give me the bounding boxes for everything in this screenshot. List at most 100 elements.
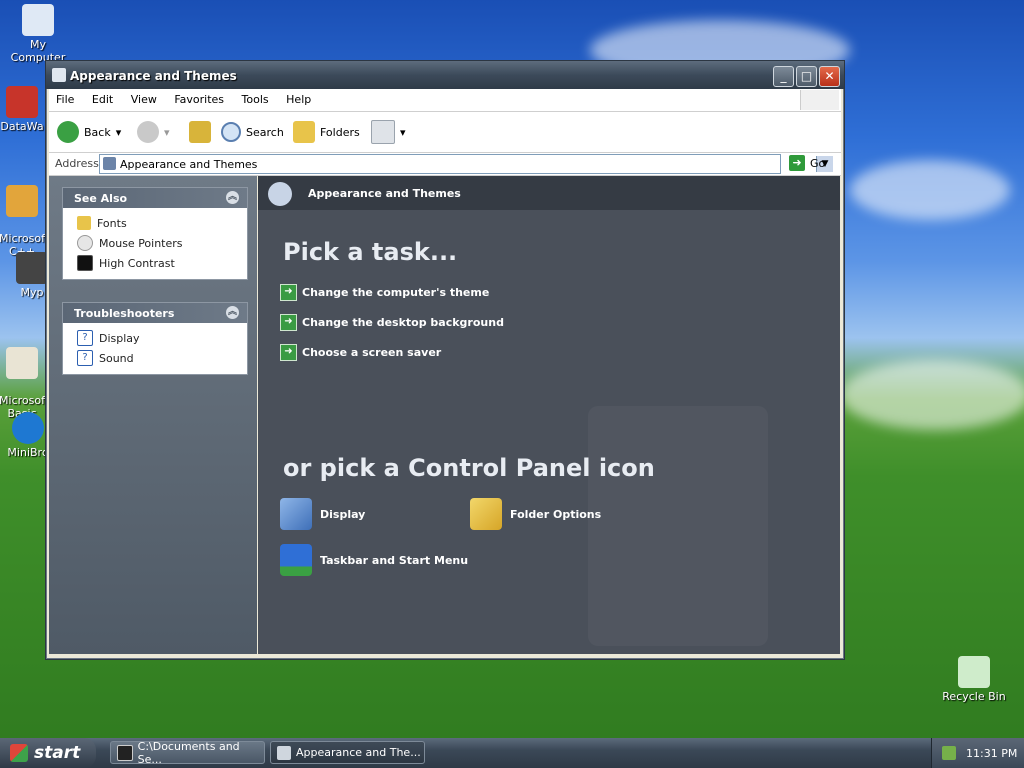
- desktop-cloud: [840, 360, 1024, 430]
- task-label: Change the computer's theme: [302, 286, 490, 299]
- collapse-chevron-icon[interactable]: ︽: [226, 306, 239, 319]
- folders-label: Folders: [320, 125, 360, 139]
- address-label: Address: [55, 157, 99, 170]
- address-bar: Address Appearance and Themes ▼ ➜ Go: [49, 153, 841, 176]
- troubleshooters-header[interactable]: Troubleshooters ︽: [63, 303, 247, 323]
- category-header: Appearance and Themes: [258, 176, 840, 210]
- taskbar-button-label: C:\Documents and Se...: [137, 739, 240, 766]
- see-also-header[interactable]: See Also ︽: [63, 188, 247, 208]
- link-sound-troubleshooter[interactable]: ? Sound: [63, 348, 247, 368]
- mouse-icon: [77, 235, 93, 251]
- cp-icon-display[interactable]: Display: [280, 498, 365, 530]
- menu-help[interactable]: Help: [279, 89, 318, 110]
- cp-icon-label: Display: [320, 507, 366, 521]
- maximize-button[interactable]: □: [796, 66, 817, 87]
- start-button[interactable]: start: [0, 738, 96, 768]
- go-label: Go: [810, 156, 826, 170]
- back-arrow-icon: [57, 121, 79, 143]
- link-display-troubleshooter[interactable]: ? Display: [63, 328, 247, 348]
- window-icon: [52, 68, 66, 82]
- title-bar[interactable]: Appearance and Themes _ □ ✕: [46, 61, 844, 89]
- task-label: Change the desktop background: [302, 316, 504, 329]
- explorer-window: Appearance and Themes _ □ ✕ File Edit Vi…: [45, 60, 845, 660]
- cp-icon-folder-options[interactable]: Folder Options: [470, 498, 601, 530]
- link-fonts[interactable]: Fonts: [63, 213, 247, 233]
- control-panel-icon: [103, 157, 116, 170]
- see-also-panel: See Also ︽ Fonts Mouse Pointers High Con…: [62, 187, 248, 280]
- forward-button[interactable]: ▾: [137, 120, 170, 144]
- search-button[interactable]: Search: [221, 120, 284, 144]
- taskbar-button-label: Appearance and The...: [296, 746, 421, 759]
- cp-icon-taskbar[interactable]: Taskbar and Start Menu: [280, 544, 468, 576]
- task-screen-saver[interactable]: ➜ Choose a screen saver: [280, 344, 441, 361]
- taskbar-icon: [280, 544, 312, 576]
- pick-icon-heading: or pick a Control Panel icon: [283, 454, 655, 482]
- collapse-chevron-icon[interactable]: ︽: [226, 191, 239, 204]
- link-label: Fonts: [97, 216, 127, 230]
- system-tray: 11:31 PM: [931, 738, 1024, 768]
- menu-tools[interactable]: Tools: [235, 89, 276, 110]
- views-dropdown-icon: ▾: [400, 125, 406, 139]
- help-icon: ?: [77, 350, 93, 366]
- go-button[interactable]: ➜ Go: [789, 155, 825, 171]
- desktop-icon-my-computer[interactable]: My Computer: [2, 4, 74, 64]
- menu-edit[interactable]: Edit: [85, 89, 120, 110]
- link-label: Display: [99, 331, 140, 345]
- address-field[interactable]: Appearance and Themes ▼: [99, 154, 833, 174]
- console-icon: [117, 744, 133, 761]
- up-button[interactable]: [189, 120, 211, 144]
- control-panel-icon: [277, 745, 291, 760]
- network-icon[interactable]: [942, 746, 956, 760]
- taskbar-button-cmd[interactable]: C:\Documents and Se...: [110, 739, 265, 766]
- link-mouse-pointers[interactable]: Mouse Pointers: [63, 233, 247, 253]
- see-also-title: See Also: [74, 192, 128, 205]
- menu-view[interactable]: View: [124, 89, 164, 110]
- forward-arrow-icon: [137, 121, 159, 143]
- taskbar: start C:\Documents and Se... Appearance …: [0, 738, 1024, 768]
- high-contrast-icon: [77, 255, 93, 271]
- appearance-themes-icon: [268, 182, 292, 206]
- search-icon: [221, 122, 241, 142]
- folders-icon: [293, 121, 315, 143]
- task-arrow-icon: ➜: [280, 284, 297, 301]
- troubleshooters-panel: Troubleshooters ︽ ? Display ? Sound: [62, 302, 248, 375]
- myp-icon: [16, 252, 48, 284]
- menu-favorites[interactable]: Favorites: [167, 89, 231, 110]
- minimize-button[interactable]: _: [773, 66, 794, 87]
- task-change-theme[interactable]: ➜ Change the computer's theme: [280, 284, 489, 301]
- fonts-folder-icon: [77, 216, 91, 230]
- toolbar: Back ▾ ▾ Search Folders ▾: [49, 112, 841, 153]
- views-button[interactable]: ▾: [371, 120, 406, 144]
- desktop-icon-recycle-bin[interactable]: Recycle Bin: [938, 656, 1010, 703]
- desktop-icon-label: Recycle Bin: [942, 690, 1006, 703]
- link-label: High Contrast: [99, 256, 175, 270]
- go-arrow-icon: ➜: [789, 155, 805, 171]
- views-icon: [371, 120, 395, 144]
- window-title: Appearance and Themes: [70, 69, 237, 83]
- back-button[interactable]: Back ▾: [57, 120, 121, 144]
- desktop-cloud: [850, 160, 1010, 220]
- forward-dropdown-icon: ▾: [164, 125, 170, 139]
- folder-up-icon: [189, 121, 211, 143]
- folders-button[interactable]: Folders: [293, 120, 360, 144]
- search-label: Search: [246, 125, 284, 139]
- recycle-bin-icon: [958, 656, 990, 688]
- help-icon: ?: [77, 330, 93, 346]
- taskbar-button-appearance[interactable]: Appearance and The...: [270, 741, 425, 764]
- task-label: Choose a screen saver: [302, 346, 442, 359]
- task-change-background[interactable]: ➜ Change the desktop background: [280, 314, 504, 331]
- task-arrow-icon: ➜: [280, 344, 297, 361]
- windows-logo-icon: [800, 90, 839, 110]
- address-value: Appearance and Themes: [120, 158, 258, 171]
- back-dropdown-icon[interactable]: ▾: [116, 126, 122, 139]
- clock[interactable]: 11:31 PM: [966, 747, 1017, 760]
- content-pane: Appearance and Themes Pick a task... ➜ C…: [258, 176, 840, 654]
- troubleshooters-title: Troubleshooters: [74, 307, 175, 320]
- link-high-contrast[interactable]: High Contrast: [63, 253, 247, 273]
- link-label: Mouse Pointers: [99, 236, 183, 250]
- watermark-checkmark-icon: [588, 406, 768, 646]
- category-title: Appearance and Themes: [308, 187, 461, 200]
- close-button[interactable]: ✕: [819, 66, 840, 87]
- task-arrow-icon: ➜: [280, 314, 297, 331]
- menu-file[interactable]: File: [49, 89, 81, 110]
